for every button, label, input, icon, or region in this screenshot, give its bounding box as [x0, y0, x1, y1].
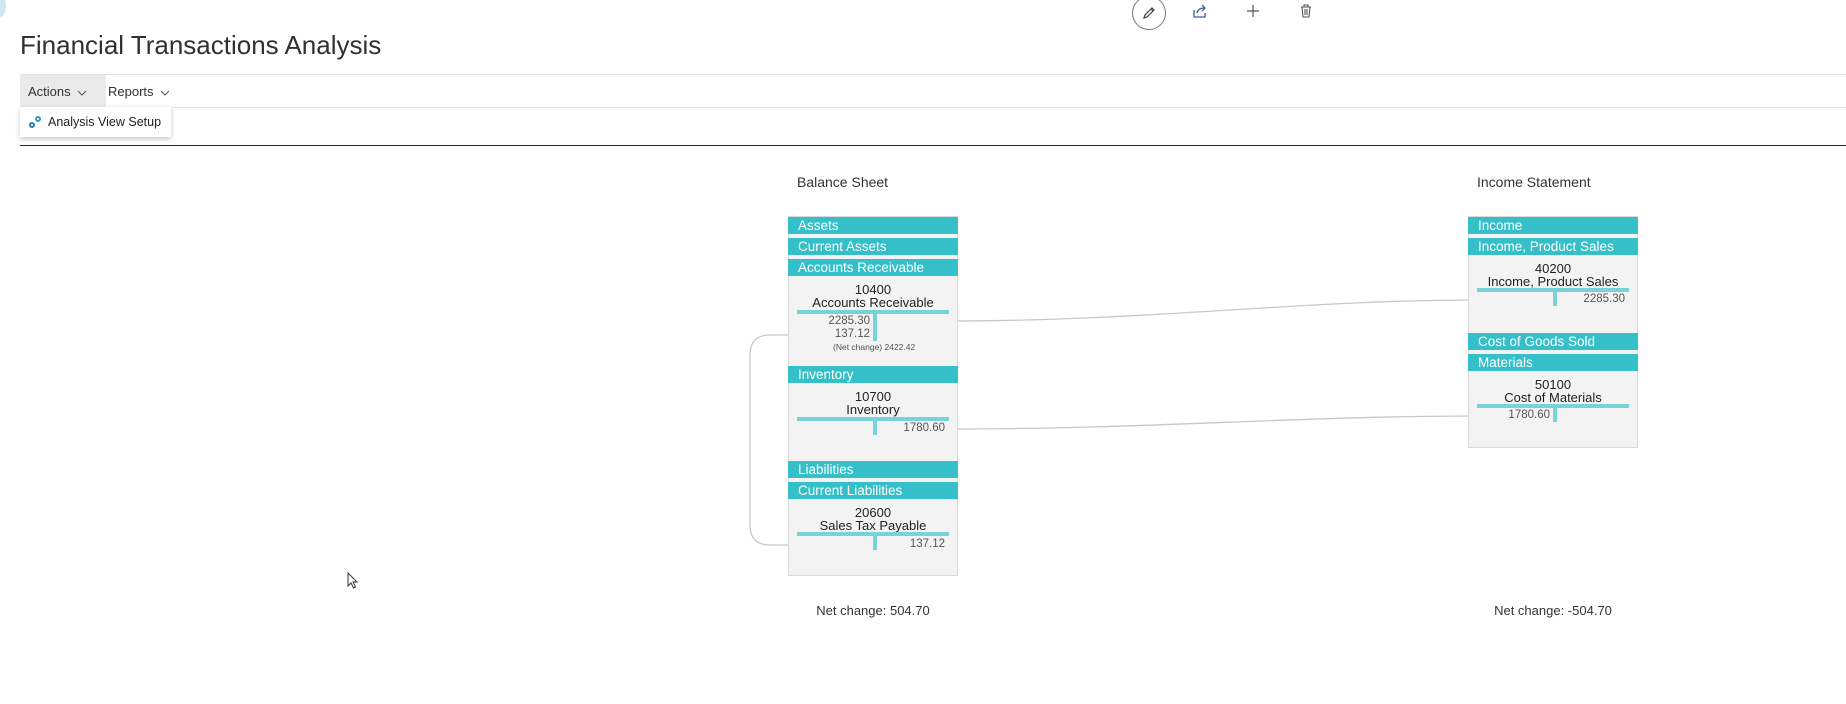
income-statement-heading: Income Statement	[1477, 174, 1591, 190]
account-value: 1780.60	[903, 422, 945, 434]
connector-ar-to-income	[948, 299, 1479, 322]
account-bar-stem	[873, 536, 877, 550]
band-cost-of-goods-sold[interactable]: Cost of Goods Sold	[1468, 333, 1638, 350]
account-value: 137.12	[909, 538, 945, 550]
account-value: 1780.60	[1508, 409, 1550, 421]
net-change-small: (Net change) 2422.42	[833, 342, 916, 352]
account-bar-stem	[1553, 408, 1557, 422]
balance-sheet-heading: Balance Sheet	[797, 174, 889, 190]
account-name: Cost of Materials	[1504, 390, 1602, 405]
credit-value: 137.12	[834, 328, 870, 340]
band-income[interactable]: Income	[1468, 217, 1638, 234]
balance-net-change: Net change: 504.70	[816, 603, 930, 618]
connector-inventory-to-materials	[948, 415, 1479, 430]
account-bar-stem	[873, 314, 877, 341]
account-bar-stem	[873, 421, 877, 435]
band-inventory[interactable]: Inventory	[788, 366, 958, 383]
account-name: Accounts Receivable	[812, 295, 934, 310]
cursor-arrow-icon	[347, 571, 359, 589]
account-name: Inventory	[846, 402, 900, 417]
mouse-cursor	[347, 571, 359, 595]
account-value: 2285.30	[1583, 293, 1625, 305]
debit-value: 2285.30	[828, 315, 870, 327]
band-current-assets[interactable]: Current Assets	[788, 238, 958, 255]
account-name: Sales Tax Payable	[819, 518, 927, 533]
band-assets[interactable]: Assets	[788, 217, 958, 234]
band-income-product-sales[interactable]: Income, Product Sales	[1468, 238, 1638, 255]
account-name: Income, Product Sales	[1487, 274, 1619, 289]
income-net-change: Net change: -504.70	[1494, 603, 1612, 618]
band-materials[interactable]: Materials	[1468, 354, 1638, 371]
account-bar-stem	[1553, 292, 1557, 306]
band-liabilities[interactable]: Liabilities	[788, 461, 958, 478]
band-accounts-receivable[interactable]: Accounts Receivable	[788, 259, 958, 276]
band-current-liabilities[interactable]: Current Liabilities	[788, 482, 958, 499]
